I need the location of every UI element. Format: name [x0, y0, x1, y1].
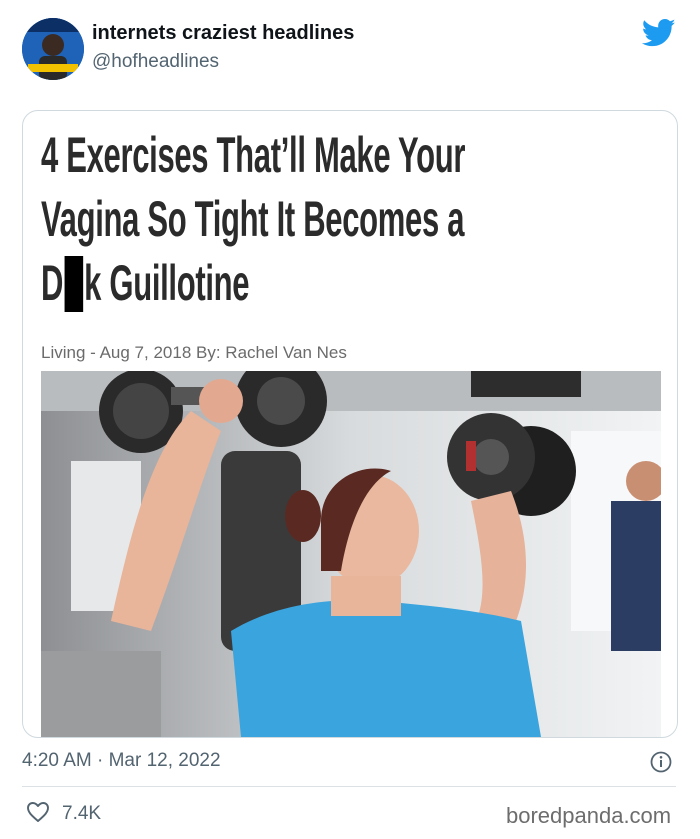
article-headline: 4 Exercises That’ll Make Your Vagina So …: [41, 123, 661, 315]
tweet-timestamp[interactable]: 4:20 AM · Mar 12, 2022: [22, 750, 221, 772]
headline-line-1: 4 Exercises That’ll Make Your: [41, 127, 466, 183]
watermark: boredpanda.com: [506, 803, 672, 828]
divider: [22, 786, 676, 787]
like-button[interactable]: 7.4K: [26, 801, 101, 827]
profile-avatar[interactable]: [22, 18, 84, 80]
redaction-bar: [64, 256, 83, 312]
headline-line-3-end: k Guillotine: [84, 255, 250, 311]
heart-icon: [26, 801, 50, 828]
gym-photo: [41, 355, 666, 737]
like-count: 7.4K: [62, 803, 102, 824]
headline-line-3: Dk Guillotine: [41, 251, 661, 315]
user-handle[interactable]: @hofheadlines: [92, 51, 219, 73]
info-icon[interactable]: [650, 751, 672, 773]
headline-line-3-start: D: [41, 255, 64, 311]
article-byline: Living - Aug 7, 2018 By: Rachel Van Nes: [41, 343, 347, 362]
headline-line-2: Vagina So Tight It Becomes a: [41, 191, 465, 247]
display-name[interactable]: internets craziest headlines: [92, 22, 354, 45]
tweet-media-image[interactable]: 4 Exercises That’ll Make Your Vagina So …: [22, 110, 678, 738]
twitter-bird-icon[interactable]: [641, 18, 676, 48]
tweet-header: internets craziest headlines @hofheadlin…: [0, 0, 700, 100]
